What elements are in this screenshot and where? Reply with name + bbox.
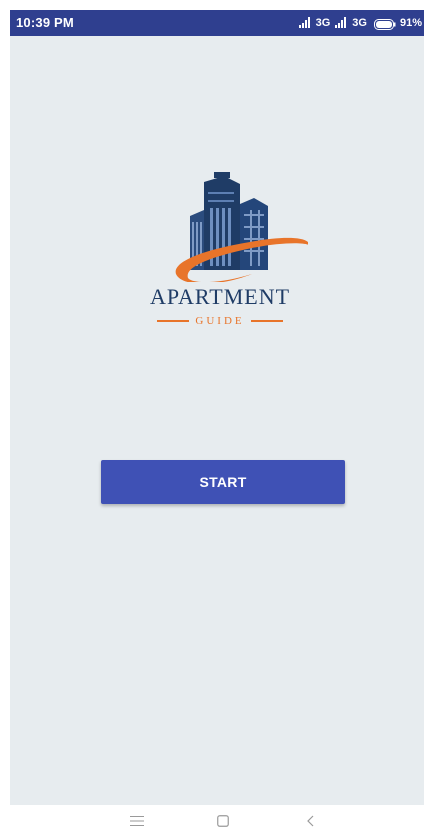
building-logo-icon (175, 172, 308, 282)
signal-icon (298, 17, 312, 29)
status-bar: 10:39 PM 3G 3G 91% (10, 10, 424, 36)
network-type-1: 3G (315, 17, 331, 29)
logo-divider-right (250, 320, 283, 322)
logo-wordmark: APARTMENT (149, 284, 291, 309)
system-nav-bar (0, 805, 424, 837)
menu-icon[interactable] (125, 811, 149, 831)
network-type-2: 3G (352, 17, 367, 29)
battery-percent: 91% (399, 17, 422, 29)
logo-subtitle: GUIDE (132, 314, 308, 328)
start-button[interactable]: START (101, 460, 345, 504)
home-square-icon[interactable] (211, 811, 235, 831)
logo-subtitle-text: GUIDE (195, 315, 245, 327)
back-chevron-icon[interactable] (299, 811, 323, 831)
status-indicators: 3G 3G 91% (298, 14, 422, 32)
status-time: 10:39 PM (16, 15, 74, 30)
app-logo: APARTMENT GUIDE (132, 170, 308, 330)
logo-divider-left (157, 320, 190, 322)
battery-icon (373, 18, 396, 30)
signal-icon (334, 17, 348, 29)
app-screen: 10:39 PM 3G 3G 91% APARTMENT GUIDE START (10, 10, 424, 805)
